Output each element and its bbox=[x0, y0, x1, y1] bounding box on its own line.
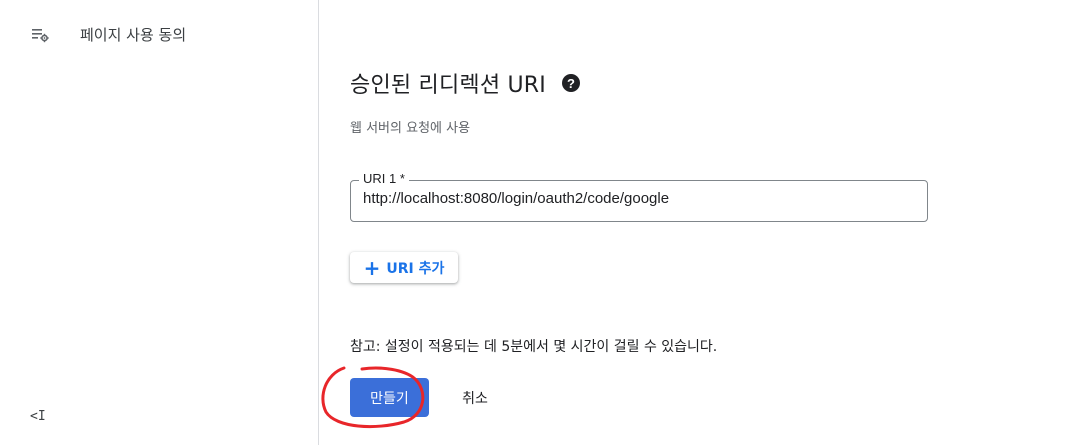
sidebar-item-page-consent[interactable]: 페이지 사용 동의 bbox=[30, 22, 186, 46]
sidebar-item-label: 페이지 사용 동의 bbox=[80, 26, 187, 44]
add-uri-label: URI 추가 bbox=[386, 260, 445, 277]
uri-1-label: URI 1 * bbox=[359, 171, 409, 186]
settings-note: 참고: 설정이 적용되는 데 5분에서 몇 시간이 걸릴 수 있습니다. bbox=[350, 339, 718, 355]
section-subtitle: 웹 서버의 요청에 사용 bbox=[350, 121, 471, 136]
plus-icon: + bbox=[363, 255, 381, 280]
section-title: 승인된 리디렉션 URI ? bbox=[350, 67, 580, 99]
add-uri-button[interactable]: + URI 추가 bbox=[350, 252, 458, 283]
section-title-text: 승인된 리디렉션 URI bbox=[350, 73, 546, 98]
cancel-button[interactable]: 취소 bbox=[446, 378, 504, 417]
help-circle-icon[interactable]: ? bbox=[561, 74, 580, 92]
uri-1-field[interactable]: URI 1 * bbox=[350, 171, 928, 222]
sidebar: 페이지 사용 동의 <I bbox=[0, 0, 319, 445]
uri-1-input[interactable] bbox=[363, 190, 913, 207]
create-button[interactable]: 만들기 bbox=[350, 378, 429, 417]
list-settings-icon bbox=[30, 24, 50, 44]
collapse-sidebar-icon[interactable]: <I bbox=[30, 406, 48, 426]
